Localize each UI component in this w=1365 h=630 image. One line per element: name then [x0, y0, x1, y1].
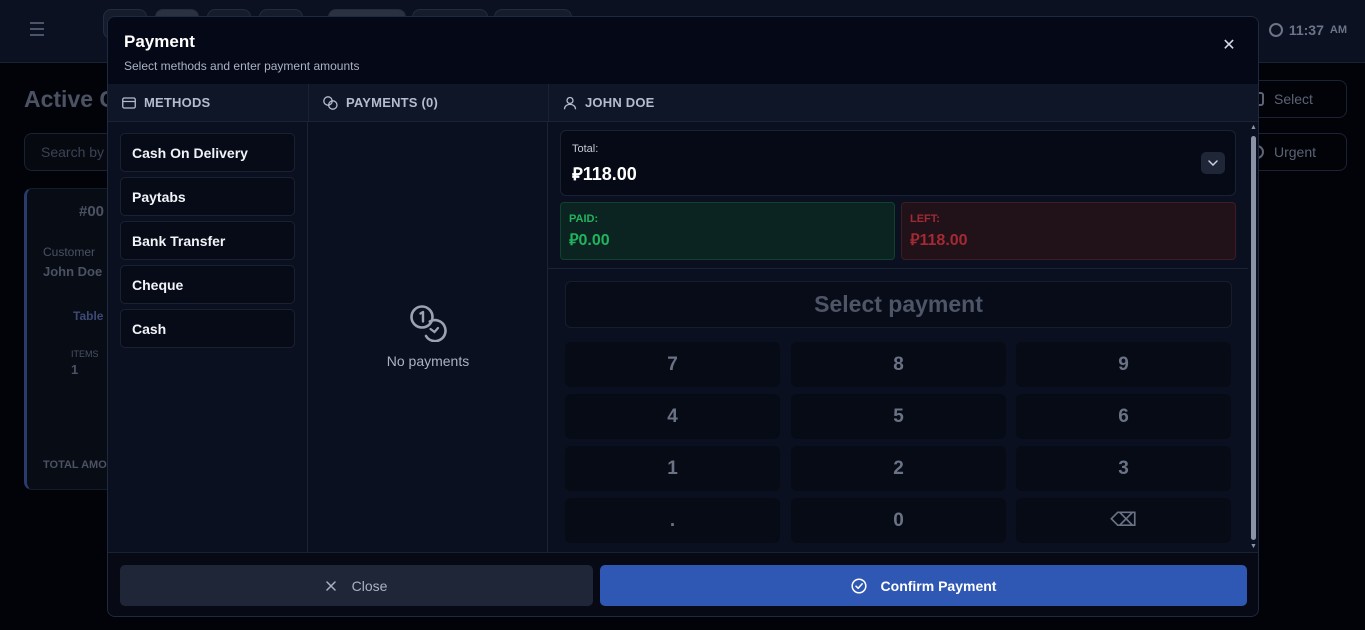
total-amount-label: TOTAL AMO	[43, 459, 107, 471]
modal-subtitle: Select methods and enter payment amounts	[124, 59, 360, 73]
scroll-down-icon[interactable]: ▼	[1250, 543, 1257, 550]
key-1[interactable]: 1	[565, 446, 780, 491]
total-label: Total:	[572, 143, 599, 155]
methods-column: Cash On Delivery Paytabs Bank Transfer C…	[108, 122, 308, 552]
key-2[interactable]: 2	[791, 446, 1006, 491]
user-icon	[563, 96, 577, 109]
key-0[interactable]: 0	[791, 498, 1006, 543]
key-8[interactable]: 8	[791, 342, 1006, 387]
close-icon[interactable]: ✕	[1220, 37, 1238, 55]
left-label: LEFT:	[910, 213, 940, 225]
methods-header: METHODS	[108, 84, 308, 122]
method-cash-on-delivery[interactable]: Cash On Delivery	[120, 133, 295, 172]
payments-column: No payments	[308, 122, 548, 552]
key-9[interactable]: 9	[1016, 342, 1231, 387]
key-6[interactable]: 6	[1016, 394, 1231, 439]
paid-summary: PAID: ⃁0.00	[560, 202, 895, 260]
method-cash[interactable]: Cash	[120, 309, 295, 348]
chevron-down-icon[interactable]	[1201, 152, 1225, 174]
method-paytabs[interactable]: Paytabs	[120, 177, 295, 216]
key-decimal[interactable]: .	[565, 498, 780, 543]
close-icon	[325, 580, 336, 591]
method-cheque[interactable]: Cheque	[120, 265, 295, 304]
items-count: 1	[71, 362, 79, 377]
left-summary: LEFT: ⃁118.00	[901, 202, 1236, 260]
clock-ampm: AM	[1329, 24, 1347, 36]
modal-title: Payment	[124, 32, 195, 51]
clock-time: 11:37	[1288, 22, 1324, 38]
scrollbar-thumb[interactable]	[1251, 136, 1256, 540]
confirm-payment-button[interactable]: Confirm Payment	[600, 565, 1247, 606]
customer-name: John Doe	[43, 264, 103, 279]
key-5[interactable]: 5	[791, 394, 1006, 439]
customer-label: Customer	[43, 245, 96, 259]
scroll-up-icon[interactable]: ▲	[1250, 124, 1257, 131]
paid-value: ⃁0.00	[569, 232, 610, 249]
close-button-label: Close	[351, 577, 388, 594]
close-button[interactable]: Close	[120, 565, 593, 606]
empty-payments-text: No payments	[386, 353, 470, 369]
total-value: ⃁118.00	[572, 164, 637, 184]
credit-card-icon	[122, 96, 136, 109]
customer-column: Total: ⃁118.00 PAID: ⃁0.00 LEFT: ⃁118.00…	[548, 122, 1258, 552]
customer-header-label: JOHN DOE	[585, 95, 655, 110]
modal-header: Payment Select methods and enter payment…	[108, 17, 1258, 84]
check-circle-icon	[850, 577, 867, 594]
amount-display: Select payment	[565, 281, 1232, 328]
table-label: Table	[73, 309, 104, 323]
payments-header-label: PAYMENTS (0)	[346, 95, 438, 110]
key-7[interactable]: 7	[565, 342, 780, 387]
backspace-icon[interactable]: ⌫	[1016, 498, 1231, 543]
paid-label: PAID:	[569, 213, 599, 225]
coins-icon	[323, 95, 338, 110]
clock: 11:37 AM	[1268, 22, 1347, 38]
total-summary: Total: ⃁118.00	[560, 130, 1236, 196]
key-3[interactable]: 3	[1016, 446, 1231, 491]
modal-footer: Close Confirm Payment	[108, 552, 1258, 616]
left-value: ⃁118.00	[910, 232, 968, 249]
clock-icon	[1268, 23, 1283, 37]
items-label: ITEMS	[71, 349, 99, 359]
confirm-button-label: Confirm Payment	[880, 577, 997, 594]
order-number: #00	[79, 203, 105, 220]
select-label: Select	[1274, 91, 1313, 107]
method-bank-transfer[interactable]: Bank Transfer	[120, 221, 295, 260]
methods-header-label: METHODS	[144, 95, 211, 110]
payment-modal: Payment Select methods and enter payment…	[107, 16, 1259, 617]
menu-icon[interactable]	[30, 22, 48, 40]
payments-header: PAYMENTS (0)	[308, 84, 548, 122]
urgent-label: Urgent	[1274, 144, 1317, 160]
divider	[548, 268, 1248, 269]
key-4[interactable]: 4	[565, 394, 780, 439]
page-title: Active C	[24, 86, 117, 112]
scrollbar[interactable]: ▲ ▼	[1250, 124, 1257, 550]
customer-header: JOHN DOE	[548, 84, 1258, 122]
coins-icon	[410, 305, 447, 342]
